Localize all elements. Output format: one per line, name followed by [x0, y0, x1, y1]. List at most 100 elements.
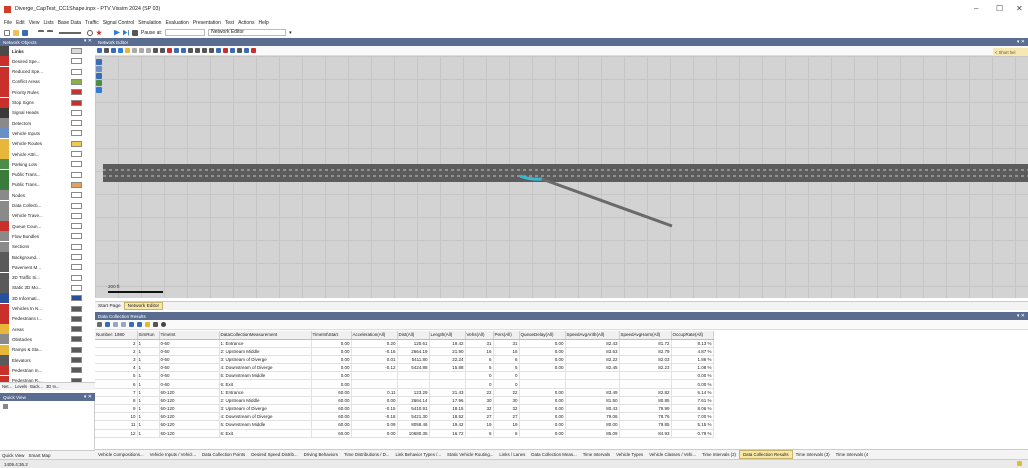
zoom-in-icon[interactable] [174, 48, 179, 53]
editor-select[interactable]: Network Editor [208, 29, 287, 36]
star-icon[interactable] [96, 29, 102, 36]
menu-item[interactable]: Simulation [138, 20, 161, 26]
color-swatch[interactable] [71, 254, 82, 260]
network-object-item[interactable]: Detectors [0, 118, 95, 129]
color-swatch[interactable] [71, 58, 82, 65]
document-tab[interactable]: Start Page [95, 302, 124, 310]
car-icon[interactable] [96, 73, 102, 79]
color-swatch[interactable] [71, 68, 82, 75]
color-swatch[interactable] [71, 223, 82, 230]
color-swatch[interactable] [71, 367, 82, 374]
menu-item[interactable]: Evaluation [165, 20, 188, 26]
list-tab[interactable]: Vehicle Inputs / Vehicl... [147, 450, 199, 459]
color-swatch[interactable] [71, 336, 82, 343]
vehicle-icon[interactable] [216, 48, 221, 53]
column-header[interactable]: TimeInt\Start [311, 331, 352, 340]
network-object-item[interactable]: Public Trans... [0, 169, 95, 180]
color-swatch[interactable] [71, 202, 82, 209]
network-object-item[interactable]: Ramps & Sta... [0, 344, 95, 355]
panel-tab[interactable]: Back... [30, 384, 43, 389]
table-row[interactable]: 10 1 60-120 4: Downstream of Diverge 60.00 -0… [95, 412, 714, 422]
info-icon[interactable] [96, 87, 102, 93]
open-folder-icon[interactable] [13, 29, 19, 36]
column-header[interactable]: Dist(All) [397, 331, 430, 340]
network-object-item[interactable]: Stop Signs [0, 97, 95, 108]
network-object-item[interactable]: Areas [0, 324, 95, 335]
network-object-item[interactable]: 3D Traffic Si... [0, 272, 95, 283]
sun-icon[interactable] [125, 48, 130, 53]
network-object-item[interactable]: Signal Heads [0, 107, 95, 118]
network-object-item[interactable]: Parking Lots [0, 159, 95, 170]
list-tab[interactable]: Vehicle Classes / Vehi... [646, 450, 699, 459]
stop-icon[interactable] [132, 29, 138, 36]
network-object-item[interactable]: Pedestrians I... [0, 313, 95, 324]
menu-item[interactable]: Help [258, 20, 268, 26]
color-swatch[interactable] [71, 212, 82, 219]
menu-item[interactable]: Base Data [58, 20, 81, 26]
list-tab[interactable]: Data Collection Results [738, 450, 793, 459]
color-swatch[interactable] [71, 181, 82, 188]
layers-icon[interactable] [244, 48, 249, 53]
layer-icon[interactable] [96, 66, 102, 72]
refresh-icon[interactable] [87, 29, 93, 36]
select-icon[interactable] [97, 48, 102, 53]
zoom-all-icon[interactable] [167, 48, 172, 53]
color-swatch[interactable] [71, 274, 82, 281]
list-tab[interactable]: Static Vehicle Routing... [444, 450, 496, 459]
copy-icon[interactable] [132, 48, 137, 53]
color-swatch[interactable] [71, 171, 82, 178]
signal-icon[interactable] [223, 48, 228, 53]
column-header[interactable]: Vehs(All) [465, 331, 494, 340]
network-object-item[interactable]: Vehicles In N... [0, 303, 95, 314]
list-tab[interactable]: Data Collection Points [199, 450, 248, 459]
screenshot-icon[interactable] [237, 48, 242, 53]
color-swatch[interactable] [71, 109, 82, 116]
network-object-item[interactable]: Obstacles [0, 334, 95, 345]
column-header[interactable]: Number: 1980 [95, 331, 138, 340]
panel-pin-icon[interactable]: ▾ ✕ [84, 38, 92, 44]
table-row[interactable]: 4 1 0-60 4: Downstream of Diverge 0.00 -0.12 5… [95, 363, 714, 373]
color-swatch[interactable] [71, 295, 82, 302]
list-tab[interactable]: Vehicle Types [613, 450, 646, 459]
list-tab[interactable]: Link Behavior Types /... [392, 450, 444, 459]
settings-icon[interactable] [251, 48, 256, 53]
panel-tab[interactable]: Quick View [2, 453, 24, 458]
color-swatch[interactable] [71, 192, 82, 199]
menu-item[interactable]: Lists [43, 20, 53, 26]
color-swatch[interactable] [71, 284, 82, 291]
table-row[interactable]: 3 1 0-60 3: Upstream of Diverge 0.00 0.01 5411… [95, 355, 714, 365]
short-help-tab[interactable]: < Short hel [993, 48, 1028, 56]
save-icon[interactable] [22, 29, 28, 36]
network-object-item[interactable]: Flow Bundles [0, 231, 95, 242]
panel-tab[interactable]: Levels [15, 384, 27, 389]
redo-icon[interactable] [47, 29, 53, 36]
list-tab[interactable]: Driving Behaviors [301, 450, 341, 459]
delete-icon[interactable] [146, 48, 151, 53]
list-tab[interactable]: Time Intervals (3) [793, 450, 833, 459]
list-tab[interactable]: Time Intervals (2) [699, 450, 739, 459]
color-swatch[interactable] [71, 346, 82, 353]
binoculars-icon[interactable] [153, 48, 158, 53]
table-row[interactable]: 8 1 60-120 2: Upstream Middle 60.00 0.00 2664.… [95, 396, 714, 406]
undo-icon[interactable] [38, 29, 44, 36]
column-header[interactable]: Acceleration(All) [351, 331, 398, 340]
network-object-item[interactable]: Public Trans... [0, 179, 95, 190]
network-object-item[interactable]: Links [0, 46, 95, 56]
network-object-item[interactable]: Nodes [0, 190, 95, 201]
network-object-item[interactable]: Vehicle Routes [0, 138, 95, 149]
export-icon[interactable] [145, 322, 150, 327]
panel-pin-icon[interactable]: ▾ ✕ [1017, 313, 1025, 319]
network-object-item[interactable]: Static 3D Mo... [0, 282, 95, 293]
list-tab[interactable]: Time Distributions / D... [341, 450, 392, 459]
menu-item[interactable]: Presentation [193, 20, 221, 26]
list-tab[interactable]: Time Intervals [580, 450, 613, 459]
network-object-item[interactable]: Vehicle Attri... [0, 149, 95, 159]
chevron-down-icon[interactable]: ▾ [289, 30, 292, 36]
color-swatch[interactable] [71, 120, 82, 127]
color-swatch[interactable] [71, 315, 82, 322]
color-swatch[interactable] [71, 264, 82, 271]
column-header[interactable]: QueueDelay(All) [519, 331, 566, 340]
color-swatch[interactable] [71, 130, 82, 137]
camera-icon[interactable] [202, 48, 207, 53]
network-object-item[interactable]: Elevators [0, 355, 95, 365]
